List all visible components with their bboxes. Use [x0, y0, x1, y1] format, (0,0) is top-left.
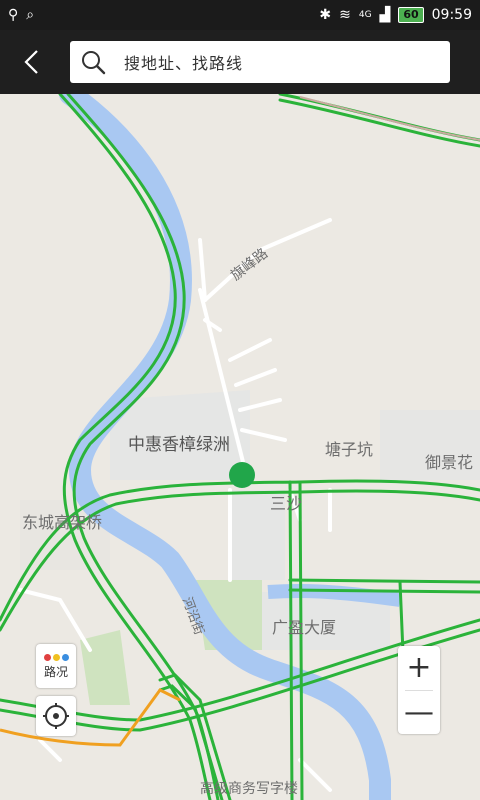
- poi-label-yujinghua: 御景花: [425, 453, 474, 472]
- zoom-in-button[interactable]: +: [398, 646, 440, 689]
- status-left: ⚲ ⌕: [8, 7, 34, 23]
- poi-label-sansha: 三沙: [270, 494, 303, 513]
- traffic-label: 路况: [43, 665, 68, 679]
- crosshair-icon: [43, 703, 69, 729]
- top-toolbar: 搜地址、找路线: [0, 30, 480, 94]
- traffic-toggle-button[interactable]: 路况: [36, 644, 76, 688]
- current-location-marker[interactable]: [229, 462, 255, 488]
- status-right: ✱ ≋ 4G ▟ 60 09:59: [319, 7, 472, 23]
- status-bar: ⚲ ⌕ ✱ ≋ 4G ▟ 60 09:59: [0, 0, 480, 30]
- zoom-control: + —: [398, 646, 440, 734]
- signal-icon: ▟: [379, 7, 391, 23]
- poi-label-guangying: 广盈大厦: [272, 618, 337, 637]
- poi-label-office: 高级商务写字楼: [200, 781, 298, 797]
- clock: 09:59: [431, 7, 472, 23]
- locate-button[interactable]: [36, 696, 76, 736]
- usb-icon: ⚲: [8, 7, 19, 23]
- back-button[interactable]: [10, 40, 54, 84]
- poi-label-zhonghui: 中惠香樟绿洲: [128, 435, 230, 455]
- search-icon: [70, 41, 116, 83]
- search-input[interactable]: 搜地址、找路线: [70, 41, 450, 83]
- search-status-icon: ⌕: [26, 7, 35, 23]
- bluetooth-icon: ✱: [319, 7, 332, 23]
- poi-label-tangzikeng: 塘子坑: [325, 440, 374, 459]
- road-label-dongcheng-bridge: 东城高架桥: [22, 513, 103, 532]
- wifi-icon: ≋: [339, 7, 351, 23]
- zoom-out-button[interactable]: —: [398, 691, 440, 734]
- search-placeholder: 搜地址、找路线: [124, 54, 244, 73]
- network-type: 4G: [358, 10, 372, 20]
- battery-indicator: 60: [398, 7, 424, 23]
- traffic-light-icon: [43, 654, 69, 661]
- chevron-left-icon: [24, 50, 38, 74]
